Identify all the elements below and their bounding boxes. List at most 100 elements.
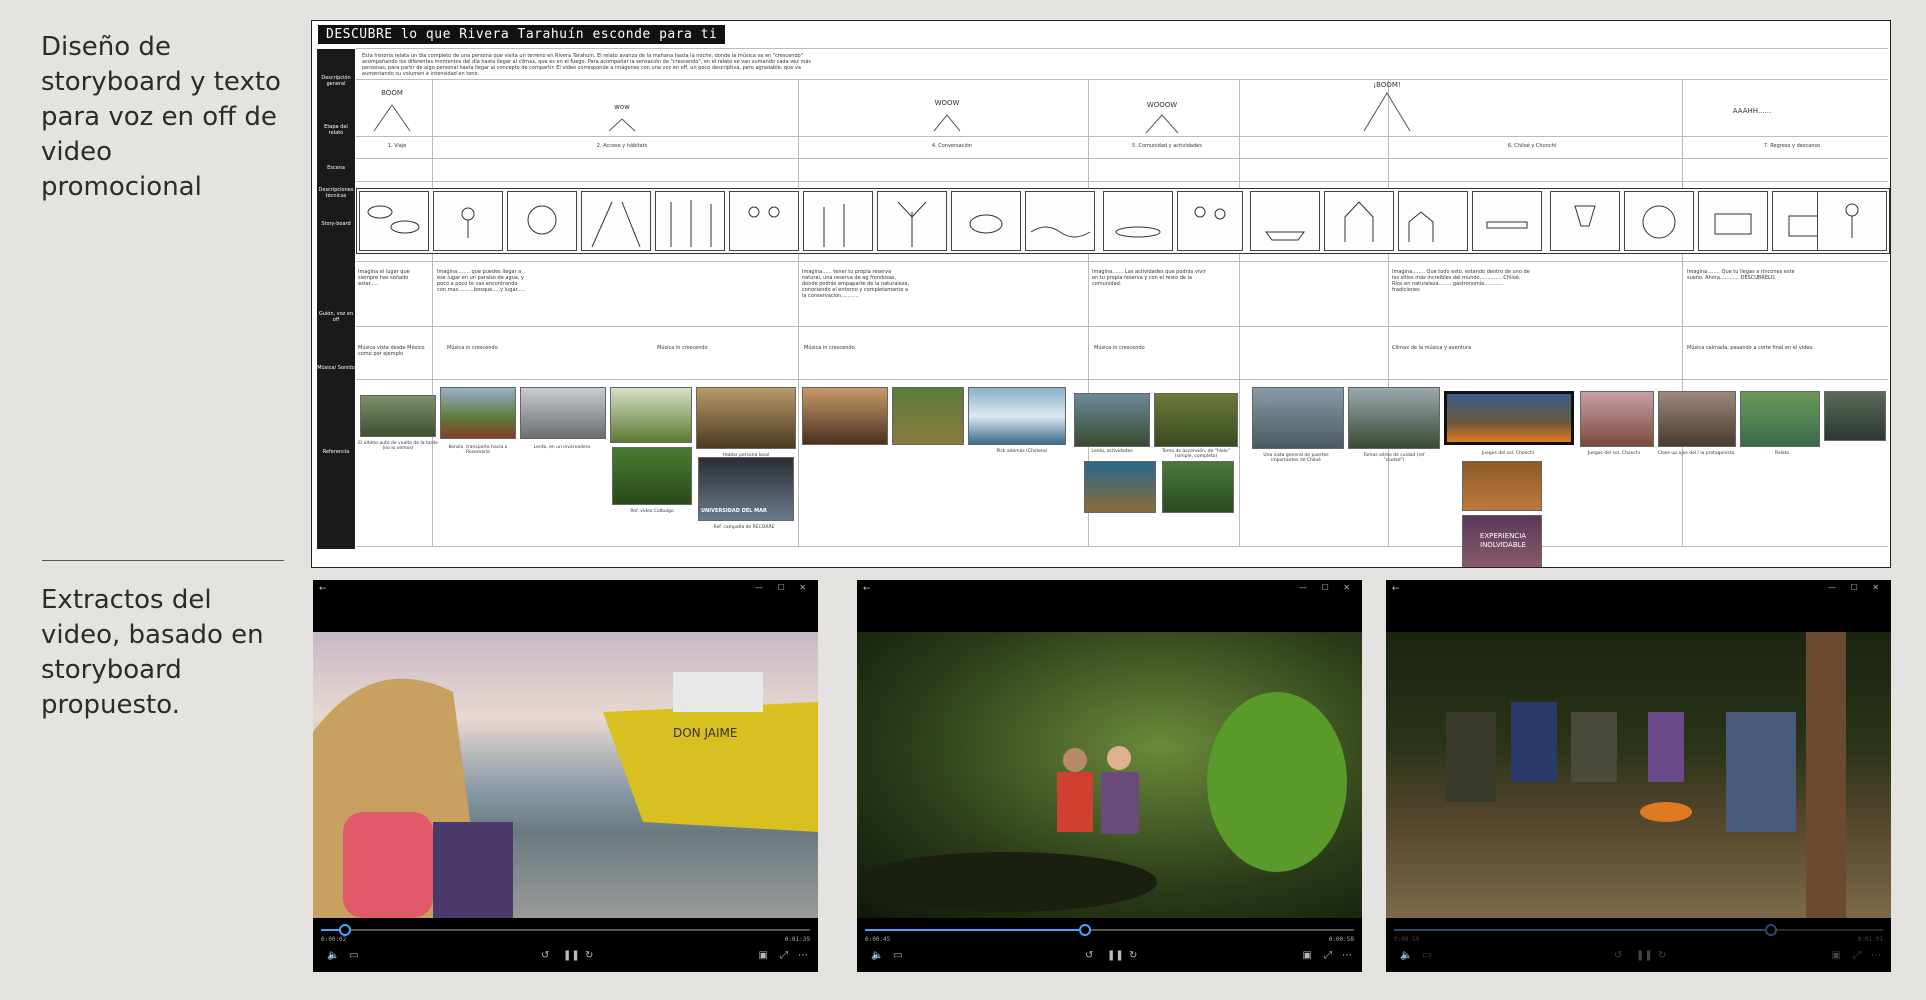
reference-photo: [1154, 393, 1238, 447]
fullscreen-icon[interactable]: ⤢: [1324, 950, 1332, 961]
music-text: Música calmada, pasando a corte final en…: [1687, 345, 1814, 351]
voiceover-text: Imagina...... tener tu propia reserva na…: [802, 269, 910, 299]
girl-jacket: [433, 822, 513, 918]
seek-knob[interactable]: [1764, 924, 1777, 936]
more-icon[interactable]: ⋯: [1871, 950, 1881, 961]
pause-icon[interactable]: ❚❚: [1636, 950, 1653, 961]
pause-icon[interactable]: ❚❚: [1107, 950, 1124, 961]
scene-label: 5. Comunidad y actividades: [1132, 143, 1202, 149]
row-label: Guión, voz en off: [318, 311, 354, 323]
fullscreen-icon[interactable]: ⤢: [780, 950, 788, 961]
voiceover-text: Imagina........ Que tu llegas a rincones…: [1687, 269, 1795, 281]
volume-icon[interactable]: 🔈: [327, 950, 339, 961]
volume-icon[interactable]: 🔈: [871, 950, 883, 961]
sketch-person: [1845, 203, 1859, 238]
woman-jacket: [1101, 772, 1139, 834]
ferry-name: DON JAIME: [673, 726, 738, 740]
sketch-people: [748, 206, 780, 218]
pause-icon[interactable]: ❚❚: [563, 950, 580, 961]
grid-line: [798, 79, 799, 546]
grid-line: [356, 261, 1888, 262]
reference-photo: [696, 387, 796, 449]
reference-photo: [1348, 387, 1440, 449]
sketch-laptop: [1714, 213, 1752, 235]
seek-bar[interactable]: [1394, 924, 1883, 936]
seek-knob[interactable]: [339, 924, 352, 936]
reference-photo: [968, 387, 1066, 445]
miniplayer-icon[interactable]: ▣: [759, 950, 768, 961]
row-label-column: Descripción general Etapa del relato Esc…: [317, 49, 355, 549]
miniplayer-icon[interactable]: ▣: [1832, 950, 1841, 961]
sketch-trees: [823, 204, 845, 247]
stage-label: AAAHH......: [1732, 107, 1772, 115]
storyboard-frame: [655, 191, 725, 251]
scene-label: 6. Chiloé y Chonchi: [1507, 143, 1557, 149]
forward-icon[interactable]: ↻: [1658, 950, 1666, 961]
subtitles-icon[interactable]: ▭: [349, 950, 358, 961]
reference-photo: [440, 387, 516, 439]
reference-photo: [1084, 461, 1156, 513]
row-label: Escena: [327, 165, 345, 171]
row-label: Música/ Sonido: [317, 365, 355, 371]
subtitles-icon[interactable]: ▭: [1422, 950, 1431, 961]
seek-knob[interactable]: [1079, 924, 1092, 936]
grid-line: [356, 181, 1888, 182]
window-controls[interactable]: — ☐ ✕: [1299, 583, 1356, 592]
reference-photo: [1252, 387, 1344, 449]
grid-line: [356, 326, 1888, 327]
man-jacket: [1057, 772, 1093, 832]
window-controls[interactable]: — ☐ ✕: [1828, 583, 1885, 592]
more-icon[interactable]: ⋯: [1342, 950, 1352, 961]
forward-icon[interactable]: ↻: [1129, 950, 1137, 961]
scene-label: 7. Regreso y descanso: [1763, 143, 1821, 149]
video-player-1[interactable]: ← — ☐ ✕ DON JAIME 0:00:02 0:01:39 🔈 ▭ ↺ …: [313, 580, 818, 972]
person-1: [1446, 712, 1496, 802]
rewind-icon[interactable]: ↺: [1085, 950, 1093, 961]
forward-icon[interactable]: ↻: [585, 950, 593, 961]
video-player-2[interactable]: ← — ☐ ✕ 0:00:45 0:00:58 🔈 ▭ ↺ ❚❚ ↻ ▣ ⤢ ⋯: [857, 580, 1362, 972]
seek-bar[interactable]: [321, 924, 810, 936]
campfire-scene: [1446, 632, 1846, 918]
seek-bar[interactable]: [865, 924, 1354, 936]
reference-photo: [360, 395, 436, 437]
rewind-icon[interactable]: ↺: [541, 950, 549, 961]
video-frame-ferry: DON JAIME: [313, 632, 818, 918]
storyboard-frame: [803, 191, 873, 251]
subtitles-icon[interactable]: ▭: [893, 950, 902, 961]
grid-line: [356, 379, 1888, 380]
reference-photo: [1074, 393, 1150, 447]
video-player-3[interactable]: ← — ☐ ✕ 0:00:59 0:01:01 🔈 ▭ ↺ ❚❚ ↻ ▣ ⤢ ⋯: [1386, 580, 1891, 972]
reference-photo: [1824, 391, 1886, 441]
scene-label: 1. Viaje: [387, 143, 407, 149]
voiceover-text: Imagina........ que puedes llegar a ese …: [437, 269, 526, 293]
back-arrow-icon[interactable]: ←: [319, 584, 327, 594]
ferry-hull: [603, 702, 818, 832]
fullscreen-icon[interactable]: ⤢: [1853, 950, 1861, 961]
girl-backpack: [343, 812, 433, 918]
rewind-icon[interactable]: ↺: [1614, 950, 1622, 961]
music-text: Clímax de la música y aventura: [1392, 345, 1472, 351]
stage-label: wow: [614, 103, 630, 111]
reference-caption: Juegos del sol, Chonchi: [1481, 451, 1535, 456]
caption-video-extracts: Extractos del video, basado en storyboar…: [41, 585, 264, 720]
ferry-scene: DON JAIME: [313, 672, 818, 918]
grid-line: [432, 79, 433, 546]
caption-storyboard: Diseño de storyboard y texto para voz en…: [41, 32, 281, 202]
storyboard-frame: [729, 191, 799, 251]
back-arrow-icon[interactable]: ←: [1392, 584, 1400, 594]
man-head: [1063, 748, 1087, 772]
sketch-kayak: [1115, 226, 1161, 238]
music-text: Música in crescendo: [447, 345, 498, 351]
reference-caption: Ref. video Colbulgo: [630, 509, 674, 514]
miniplayer-icon[interactable]: ▣: [1303, 950, 1312, 961]
sketch-glass: [1574, 205, 1596, 227]
reference-photo: [892, 387, 964, 445]
window-controls[interactable]: — ☐ ✕: [755, 583, 812, 592]
stream: [857, 852, 1157, 912]
storyboard-frame: [433, 191, 503, 251]
back-arrow-icon[interactable]: ←: [863, 584, 871, 594]
reference-photo: [1162, 461, 1234, 513]
more-icon[interactable]: ⋯: [798, 950, 808, 961]
volume-icon[interactable]: 🔈: [1400, 950, 1412, 961]
sketch-water: [1030, 226, 1091, 238]
